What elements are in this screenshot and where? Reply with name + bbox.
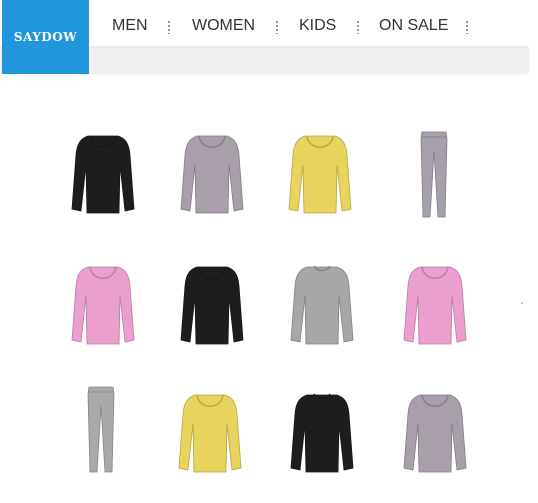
product-grid (0, 74, 538, 503)
product-leggings[interactable] (414, 129, 454, 221)
leggings-image (420, 131, 448, 218)
product-long-sleeve-top[interactable] (286, 125, 354, 217)
nav-item-on-sale[interactable]: ON SALE (379, 0, 448, 48)
nav-separator (357, 20, 359, 34)
product-long-sleeve-top[interactable] (178, 125, 246, 217)
scroll-marker (521, 302, 523, 304)
top-image (288, 135, 352, 214)
nav-separator (466, 20, 468, 34)
top-image (290, 265, 354, 345)
nav-item-kids[interactable]: KIDS (299, 0, 336, 48)
nav-separator (168, 20, 170, 34)
product-long-sleeve-top[interactable] (401, 384, 469, 476)
top-image (71, 266, 135, 345)
product-long-sleeve-top[interactable] (401, 256, 469, 348)
product-long-sleeve-top[interactable] (288, 384, 356, 476)
leggings-image (87, 386, 115, 473)
nav-item-women[interactable]: WOMEN (192, 0, 255, 48)
brand-logo[interactable]: SAYDOW (2, 0, 89, 74)
nav-separator (276, 20, 278, 34)
product-leggings[interactable] (81, 384, 121, 476)
top-image (178, 394, 242, 473)
top-image (403, 394, 467, 473)
product-long-sleeve-top[interactable] (69, 125, 137, 217)
top-image (290, 393, 354, 473)
header: SAYDOW MEN WOMEN KIDS ON SALE (0, 0, 538, 74)
nav-item-men[interactable]: MEN (112, 0, 148, 48)
product-long-sleeve-top[interactable] (69, 256, 137, 348)
product-long-sleeve-top[interactable] (176, 384, 244, 476)
top-image (180, 135, 244, 214)
product-long-sleeve-top[interactable] (178, 256, 246, 348)
top-image (403, 266, 467, 345)
top-image (71, 135, 135, 214)
top-image (180, 266, 244, 345)
product-long-sleeve-top[interactable] (288, 256, 356, 348)
